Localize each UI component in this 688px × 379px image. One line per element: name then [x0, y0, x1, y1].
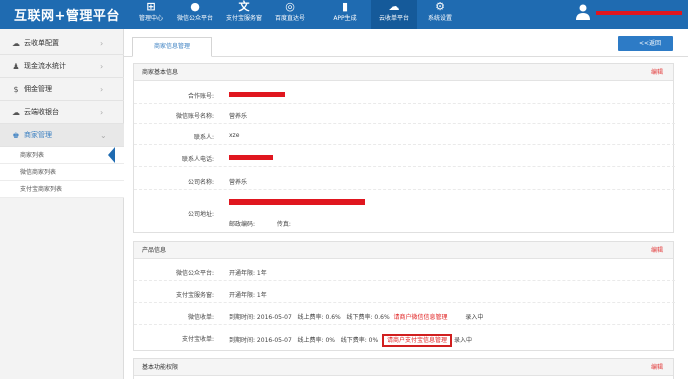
sidebar-item-cloud-register[interactable]: ☁ 云端收银台 ›	[0, 101, 124, 124]
chevron-right-icon: ›	[100, 62, 104, 71]
panel-header: 商家基本信息 编辑	[134, 64, 673, 81]
field-row-address: 公司地址: 邮政编码: 传真:	[134, 199, 675, 229]
tab-strip: 商家信息管理	[124, 29, 688, 57]
nav-cloud-acquiring[interactable]: ☁ 云收单平台	[371, 0, 417, 29]
android-icon: ▮	[341, 0, 349, 13]
coin-icon: $	[13, 85, 19, 94]
sidebar-item-cash-flow[interactable]: ♟ 现金流水统计 ›	[0, 55, 124, 78]
sidebar-subitem-merchant-list[interactable]: 商家列表	[0, 147, 124, 164]
brand-title: 互联网+管理平台	[14, 9, 120, 24]
chevron-right-icon: ›	[100, 108, 104, 117]
chat-bubble-icon: ●	[190, 0, 200, 13]
active-indicator	[108, 147, 115, 163]
cloud-settings-icon: ☁	[12, 39, 20, 48]
tab-merchant-info[interactable]: 商家信息管理	[132, 37, 212, 57]
status-text: 录入中	[465, 314, 484, 321]
product-info-panel: 产品信息 编辑 微信公众平台: 开通年限: 1年 支付宝服务窗: 开通年限: 1…	[133, 241, 675, 351]
redacted-value	[229, 155, 273, 160]
nav-system-settings[interactable]: ⚙ 系统设置	[420, 0, 460, 29]
sidebar-subitem-alipay-merchants[interactable]: 支付宝商家列表	[0, 181, 124, 198]
sidebar: ☁ 云收单配置 › ♟ 现金流水统计 › $ 佣金管理 › ☁ 云端收银台 › …	[0, 29, 124, 379]
gear-icon: ⚙	[435, 0, 445, 13]
paw-icon: ◎	[285, 0, 295, 13]
panel-title: 基本功能权限	[142, 364, 179, 371]
redacted-username	[596, 11, 682, 15]
chevron-right-icon: ›	[100, 85, 104, 94]
top-bar: 互联网+管理平台 ⊞ 管理中心 ● 微信公众平台 文 支付宝服务窗 ◎ 百度直达…	[0, 0, 688, 29]
panel-title: 商家基本信息	[142, 69, 179, 76]
wechat-info-link[interactable]: 请商户微信信息管理	[393, 314, 447, 321]
sidebar-item-merchant-management[interactable]: ♚ 商家管理 ⌄	[0, 124, 124, 147]
status-text: 录入中	[453, 337, 472, 344]
nav-management-center[interactable]: ⊞ 管理中心	[133, 0, 169, 29]
user-icon	[576, 4, 590, 20]
sidebar-item-commission[interactable]: $ 佣金管理 ›	[0, 78, 124, 101]
redacted-value	[229, 199, 365, 205]
redacted-value	[229, 92, 285, 97]
edit-link[interactable]: 编辑	[651, 359, 663, 376]
edit-link[interactable]: 编辑	[651, 242, 663, 259]
edit-link[interactable]: 编辑	[651, 64, 663, 81]
alipay-icon: 文	[238, 0, 250, 13]
grid-icon: ⊞	[146, 0, 156, 13]
back-button[interactable]: <<返回	[618, 36, 673, 51]
users-icon: ♚	[12, 131, 20, 140]
user-menu[interactable]	[574, 3, 684, 25]
sidebar-item-cloud-config[interactable]: ☁ 云收单配置 ›	[0, 32, 124, 55]
panel-title: 产品信息	[142, 247, 167, 254]
alipay-info-link[interactable]: 请商户支付宝信息管理	[382, 334, 453, 347]
nav-wechat-platform[interactable]: ● 微信公众平台	[172, 0, 218, 29]
panel-header: 基本功能权限 编辑	[134, 359, 673, 376]
features-panel: 基本功能权限 编辑	[133, 358, 674, 379]
sidebar-subitem-wechat-merchants[interactable]: 微信商家列表	[0, 164, 124, 181]
cloud-icon: ☁	[388, 0, 400, 13]
nav-app-generate[interactable]: ▮ APP生成	[326, 0, 364, 29]
chevron-right-icon: ›	[100, 39, 104, 48]
merchant-info-panel: 商家基本信息 编辑 合作账号: 微信账号名称: 营养乐 联系人: xze 联系人…	[133, 63, 675, 233]
cloud-icon: ☁	[12, 108, 20, 117]
chevron-down-icon: ⌄	[100, 131, 107, 140]
nav-alipay-window[interactable]: 文 支付宝服务窗	[220, 0, 268, 29]
panel-header: 产品信息 编辑	[134, 242, 673, 259]
nav-baidu-direct[interactable]: ◎ 百度直达号	[270, 0, 310, 29]
person-icon: ♟	[12, 62, 20, 71]
